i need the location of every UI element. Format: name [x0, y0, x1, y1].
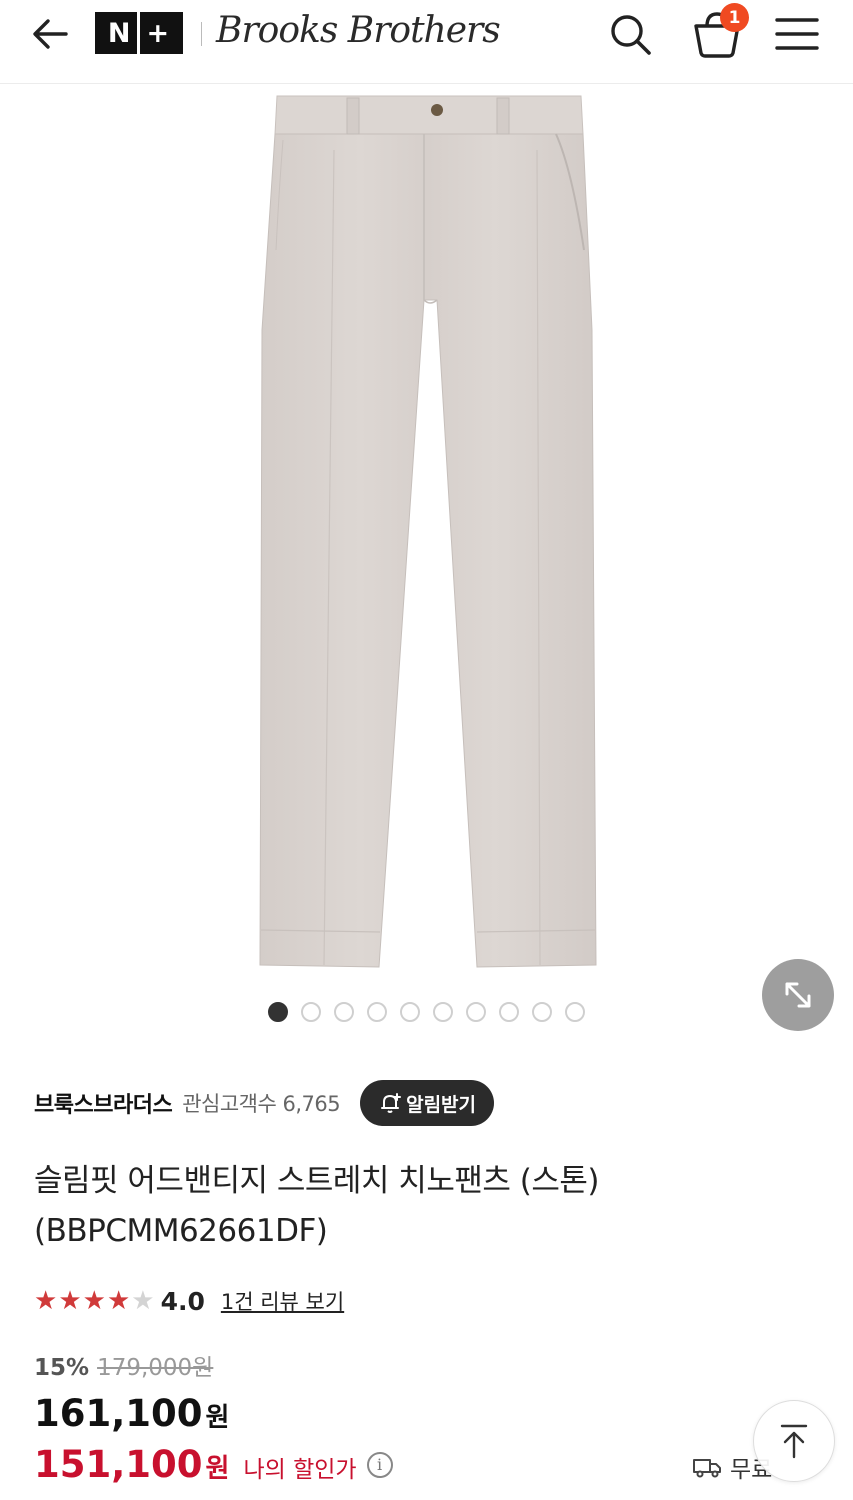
header-divider — [201, 22, 202, 46]
pagination-dot[interactable] — [268, 1002, 288, 1022]
rating-row: ★ ★ ★ ★ ★ 4.0 1건 리뷰 보기 — [34, 1283, 344, 1319]
product-code: (BBPCMM62661DF) — [34, 1213, 328, 1249]
product-title-line1: 슬림핏 어드밴티지 스트레치 치노팬츠 (스톤) — [34, 1163, 599, 1199]
pagination-dot[interactable] — [499, 1002, 519, 1022]
arrow-left-icon — [33, 19, 68, 49]
zoom-button[interactable] — [762, 959, 834, 1031]
pagination-dot[interactable] — [334, 1002, 354, 1022]
sale-price-row: 161,100 원 — [34, 1392, 229, 1435]
cart-count-badge: 1 — [720, 3, 749, 32]
rating-value: 4.0 — [160, 1286, 205, 1316]
discount-rate: 15% — [34, 1355, 90, 1381]
follower-count: 관심고객수 6,765 — [182, 1092, 341, 1116]
star-icon: ★ — [131, 1286, 155, 1316]
menu-button[interactable] — [772, 12, 822, 56]
my-discount-price: 151,100 — [34, 1443, 203, 1486]
image-pagination — [268, 1002, 585, 1022]
pagination-dot[interactable] — [466, 1002, 486, 1022]
back-button[interactable] — [26, 12, 74, 56]
brand-row: 브룩스브라더스 관심고객수 6,765 알림받기 — [34, 1080, 495, 1126]
rating-stars: ★ ★ ★ ★ ★ — [34, 1288, 155, 1314]
bell-plus-icon — [381, 1093, 402, 1113]
notify-label: 알림받기 — [406, 1093, 477, 1116]
sale-price: 161,100 — [34, 1392, 203, 1435]
discount-row: 15% 179,000원 — [34, 1348, 213, 1382]
hamburger-menu-icon — [775, 18, 819, 50]
pagination-dot[interactable] — [433, 1002, 453, 1022]
nplus-separator — [137, 12, 141, 54]
expand-arrows-icon — [785, 982, 811, 1008]
chino-pants-image — [259, 95, 597, 968]
arrow-up-icon — [780, 1424, 808, 1459]
star-icon: ★ — [34, 1286, 58, 1316]
nplus-plus: + — [146, 17, 171, 49]
nplus-store-logo[interactable]: N + — [95, 12, 183, 54]
pagination-dot[interactable] — [301, 1002, 321, 1022]
notify-button[interactable]: 알림받기 — [360, 1080, 495, 1126]
delivery-truck-icon — [693, 1459, 721, 1478]
my-price-unit: 원 — [205, 1454, 230, 1484]
my-price-label: 나의 할인가 — [243, 1457, 357, 1483]
pagination-dot[interactable] — [367, 1002, 387, 1022]
brand-name[interactable]: 브룩스브라더스 — [34, 1087, 173, 1119]
top-header: N + Brooks Brothers 1 — [0, 0, 853, 84]
sale-price-unit: 원 — [205, 1403, 230, 1433]
my-price-row: 151,100 원 나의 할인가 i — [34, 1443, 393, 1486]
star-icon: ★ — [82, 1286, 106, 1316]
review-link[interactable]: 1건 리뷰 보기 — [221, 1286, 344, 1316]
brand-logo[interactable]: Brooks Brothers — [216, 10, 501, 51]
pagination-dot[interactable] — [400, 1002, 420, 1022]
star-icon: ★ — [58, 1286, 82, 1316]
original-price: 179,000원 — [97, 1355, 214, 1381]
nplus-n: N — [107, 17, 132, 49]
product-title: 슬림핏 어드밴티지 스트레치 치노팬츠 (스톤) (BBPCMM62661DF) — [34, 1156, 794, 1256]
search-button[interactable] — [605, 10, 655, 58]
search-icon — [611, 15, 651, 55]
info-icon[interactable]: i — [366, 1451, 393, 1478]
pagination-dot[interactable] — [532, 1002, 552, 1022]
pagination-dot[interactable] — [565, 1002, 585, 1022]
product-image[interactable] — [0, 85, 853, 985]
scroll-to-top-button[interactable] — [753, 1400, 835, 1482]
star-icon: ★ — [106, 1286, 131, 1316]
